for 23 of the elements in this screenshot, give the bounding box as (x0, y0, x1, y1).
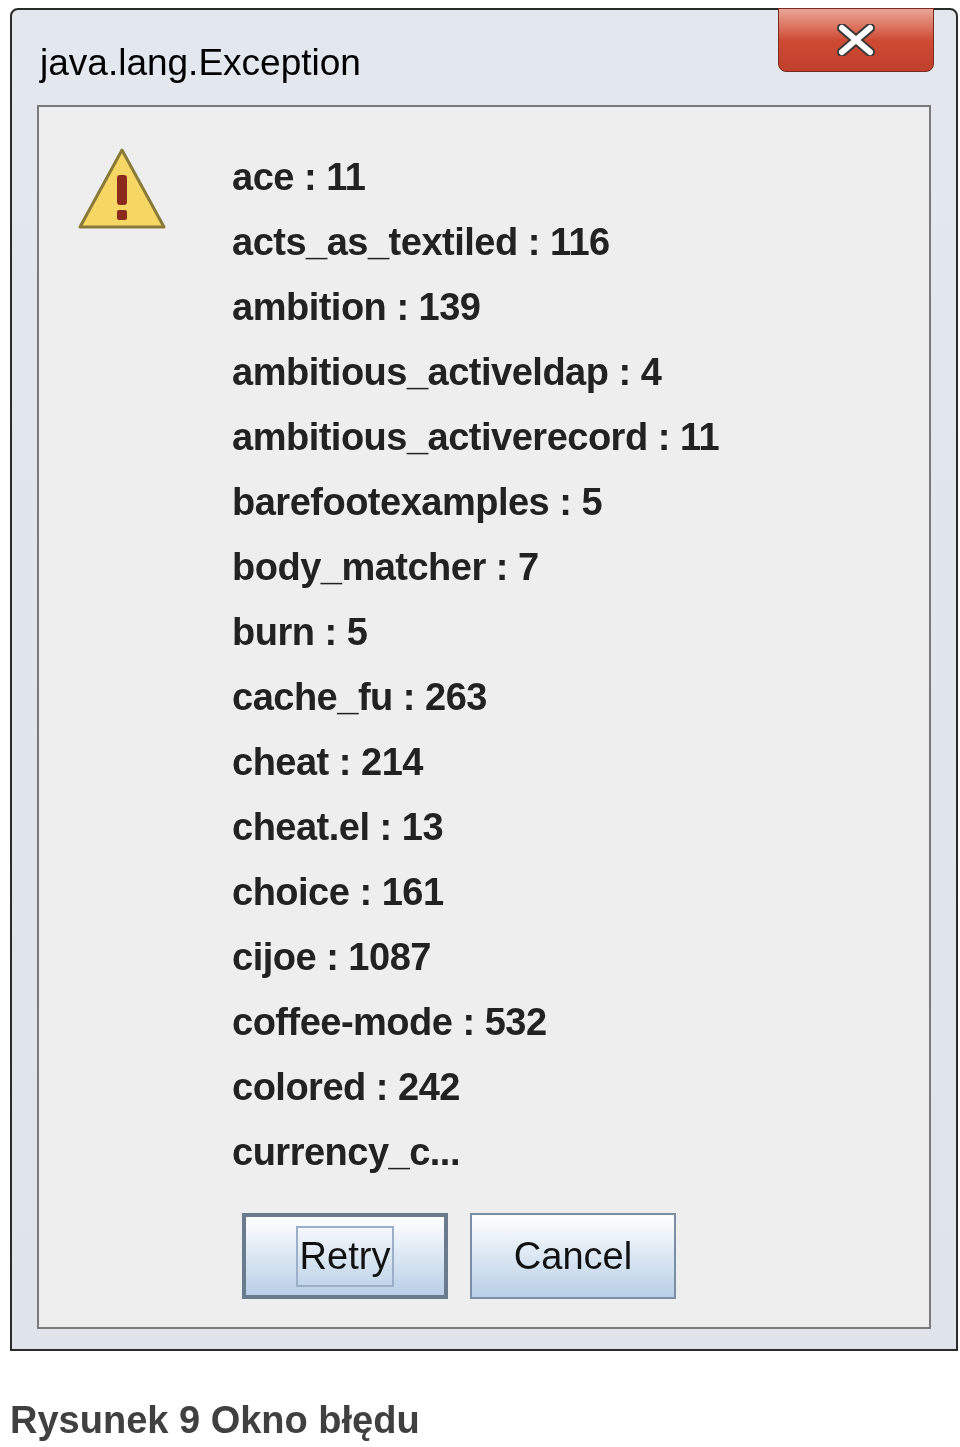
message-line: acts_as_textiled : 116 (232, 220, 611, 265)
message-line: choice : 161 (232, 870, 445, 915)
message-line: cheat.el : 13 (232, 805, 445, 850)
message-line: ambitious_activerecord : 11 (232, 415, 720, 460)
message-line: ace : 11 (232, 155, 367, 200)
message-line: cheat : 214 (232, 740, 425, 785)
dialog-button[interactable]: Cancel (470, 1213, 676, 1299)
close-button[interactable] (778, 8, 934, 72)
message-line: colored : 242 (232, 1065, 461, 1110)
message-line: body_matcher : 7 (232, 545, 540, 590)
message-line: burn : 5 (232, 610, 369, 655)
message-line: barefootexamples : 5 (232, 480, 604, 525)
window-title: java.lang.Exception (40, 41, 361, 85)
warning-icon (77, 147, 167, 231)
message-line: coffee-mode : 532 (232, 1000, 548, 1045)
message-line: ambitious_activeldap : 4 (232, 350, 663, 395)
message-line: ambition : 139 (232, 285, 482, 330)
message-line: cijoe : 1087 (232, 935, 432, 980)
message-line: cache_fu : 263 (232, 675, 488, 720)
close-icon (836, 24, 876, 56)
figure-caption: Rysunek 9 Okno błędu (10, 1398, 420, 1443)
message-line: currency_c... (232, 1130, 461, 1175)
dialog-button[interactable]: Retry (242, 1213, 448, 1299)
